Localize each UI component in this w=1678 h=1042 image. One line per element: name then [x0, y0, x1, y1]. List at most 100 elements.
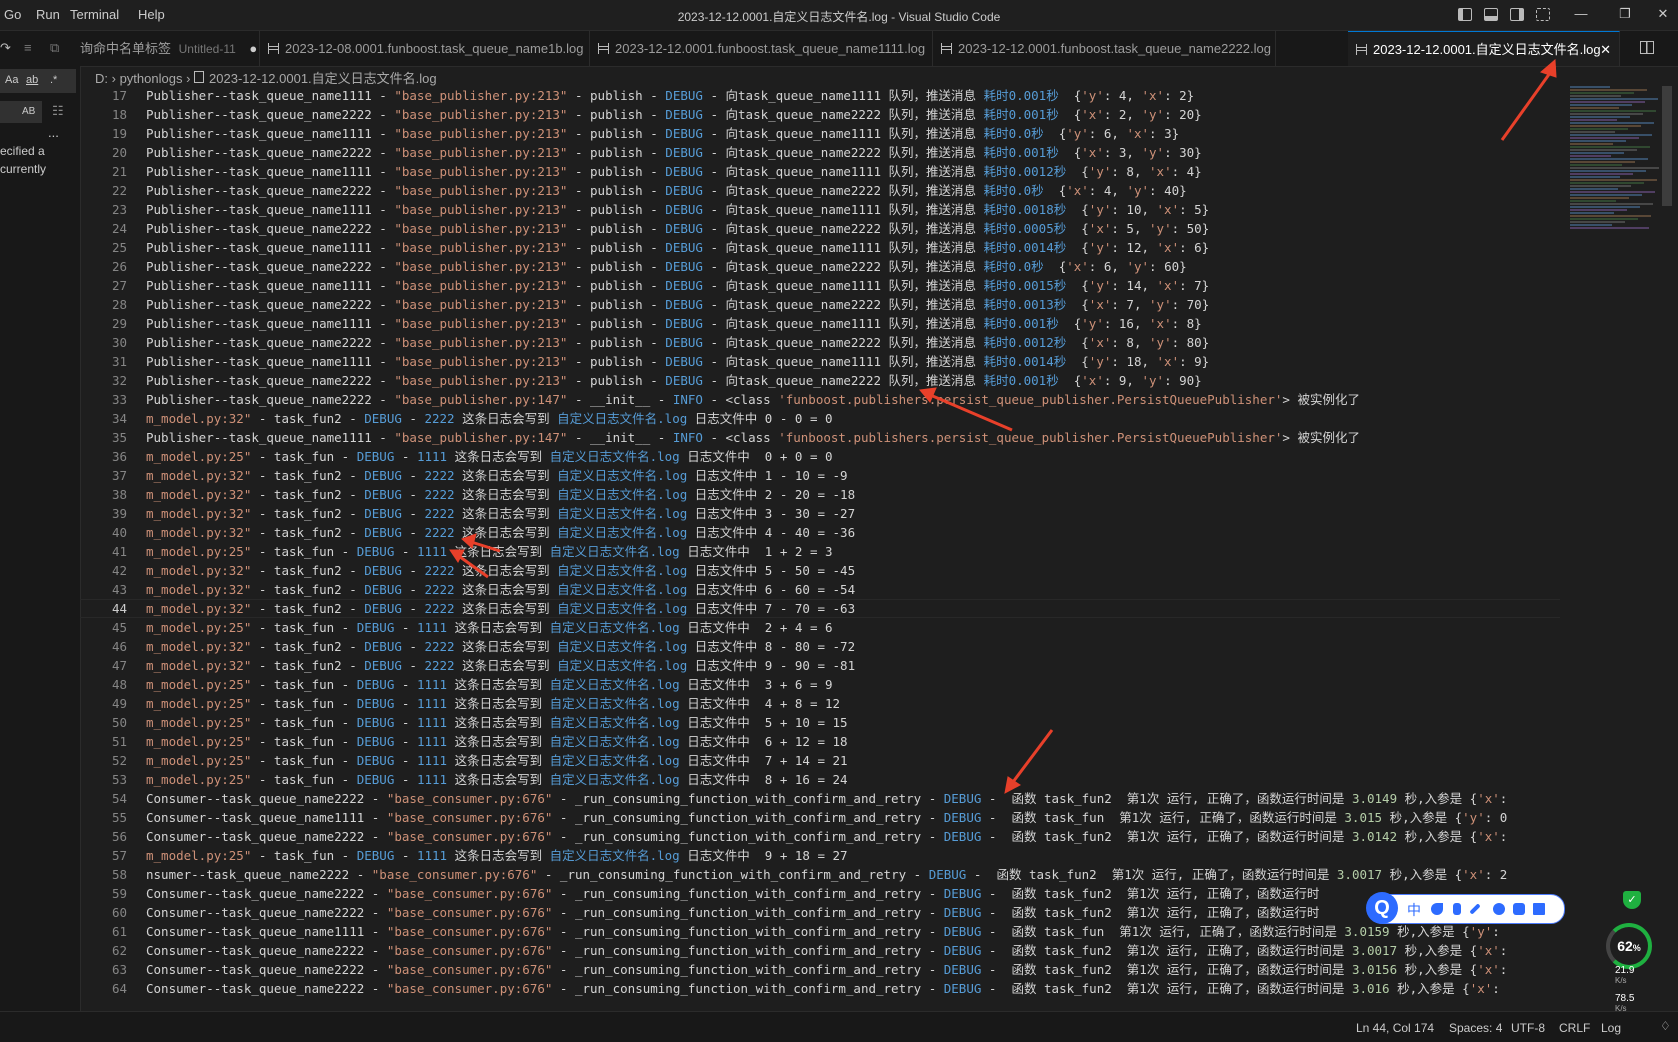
code-line[interactable]: 43 m_model.py:32" - task_fun2 - DEBUG - 2…	[80, 580, 1560, 599]
minimap[interactable]	[1570, 86, 1660, 236]
code-line[interactable]: 39 m_model.py:32" - task_fun2 - DEBUG - 2…	[80, 504, 1560, 523]
ime-mode-toggle[interactable]: 中	[1407, 900, 1421, 920]
line-text: m_model.py:25" - task_fun - DEBUG - 1111…	[146, 753, 848, 768]
cursor-position[interactable]: Ln 44, Col 174	[1356, 1021, 1434, 1035]
end-of-line[interactable]: CRLF	[1559, 1021, 1590, 1035]
code-line[interactable]: 44 m_model.py:32" - task_fun2 - DEBUG - 2…	[80, 599, 1560, 618]
minimize-icon[interactable]: —	[1570, 4, 1592, 24]
tab-untitled-11[interactable]: 询命中名单标签 Untitled-11 ●	[80, 31, 260, 66]
code-line[interactable]: 40 m_model.py:32" - task_fun2 - DEBUG - 2…	[80, 523, 1560, 542]
code-line[interactable]: 19 Publisher--task_queue_name1111 - "base…	[80, 124, 1560, 143]
split-editor-icon[interactable]	[1640, 41, 1654, 54]
code-line[interactable]: 42 m_model.py:32" - task_fun2 - DEBUG - 2…	[80, 561, 1560, 580]
breadcrumb-folder[interactable]: pythonlogs	[120, 71, 183, 86]
grid-menu-icon[interactable]	[1533, 903, 1545, 915]
code-line[interactable]: 64 Consumer--task_queue_name2222 - "base_…	[80, 979, 1560, 998]
indentation[interactable]: Spaces: 4	[1449, 1021, 1502, 1035]
menu-run[interactable]: Run	[36, 7, 60, 22]
code-line[interactable]: 47 m_model.py:32" - task_fun2 - DEBUG - 2…	[80, 656, 1560, 675]
emoji-icon[interactable]	[1493, 903, 1505, 915]
code-line[interactable]: 35 Publisher--task_queue_name1111 - "base…	[80, 428, 1560, 447]
code-line[interactable]: 59 Consumer--task_queue_name2222 - "base_…	[80, 884, 1560, 903]
menu-terminal[interactable]: Terminal	[70, 7, 119, 22]
code-line[interactable]: 60 Consumer--task_queue_name2222 - "base_…	[80, 903, 1560, 922]
minimap-line	[1570, 116, 1630, 118]
close-window-icon[interactable]: ✕	[1652, 4, 1674, 24]
code-line[interactable]: 38 m_model.py:32" - task_fun2 - DEBUG - 2…	[80, 485, 1560, 504]
code-line[interactable]: 25 Publisher--task_queue_name1111 - "base…	[80, 238, 1560, 257]
code-line[interactable]: 48 m_model.py:25" - task_fun - DEBUG - 11…	[80, 675, 1560, 694]
menu-go[interactable]: Go	[4, 7, 21, 22]
code-line[interactable]: 51 m_model.py:25" - task_fun - DEBUG - 11…	[80, 732, 1560, 751]
code-line[interactable]: 24 Publisher--task_queue_name2222 - "base…	[80, 219, 1560, 238]
code-line[interactable]: 31 Publisher--task_queue_name1111 - "base…	[80, 352, 1560, 371]
match-case-toggle[interactable]: Aa	[5, 74, 18, 86]
notifications-bell-icon[interactable]: ♢	[1660, 1019, 1671, 1033]
language-mode[interactable]: Log	[1601, 1021, 1621, 1035]
moon-icon[interactable]	[1431, 903, 1443, 915]
code-line[interactable]: 46 m_model.py:32" - task_fun2 - DEBUG - 2…	[80, 637, 1560, 656]
code-line[interactable]: 30 Publisher--task_queue_name2222 - "base…	[80, 333, 1560, 352]
skin-icon[interactable]	[1513, 903, 1525, 915]
code-line[interactable]: 17 Publisher--task_queue_name1111 - "base…	[80, 86, 1560, 105]
scrollbar-thumb[interactable]	[1662, 86, 1672, 206]
code-line[interactable]: 49 m_model.py:25" - task_fun - DEBUG - 11…	[80, 694, 1560, 713]
menu-help[interactable]: Help	[138, 7, 165, 22]
unsaved-dot-icon[interactable]: ●	[249, 41, 257, 56]
customize-layout-icon[interactable]	[1536, 8, 1550, 21]
code-line[interactable]: 57 m_model.py:25" - task_fun - DEBUG - 11…	[80, 846, 1560, 865]
code-line[interactable]: 50 m_model.py:25" - task_fun - DEBUG - 11…	[80, 713, 1560, 732]
restore-icon[interactable]: ❐	[1614, 4, 1636, 24]
code-line[interactable]: 45 m_model.py:25" - task_fun - DEBUG - 11…	[80, 618, 1560, 637]
toggle-secondary-sidebar-icon[interactable]	[1510, 8, 1524, 21]
more-options-icon[interactable]: ...	[48, 125, 59, 140]
system-monitor-widget[interactable]: ✓ 62% 21.9 K/s 78.5 K/s	[1603, 885, 1665, 1015]
code-line[interactable]: 18 Publisher--task_queue_name2222 - "base…	[80, 105, 1560, 124]
tab-task-queue-name1b-log[interactable]: 2023-12-08.0001.funboost.task_queue_name…	[260, 31, 590, 66]
match-whole-word-toggle[interactable]: ab	[26, 74, 38, 86]
code-line[interactable]: 28 Publisher--task_queue_name2222 - "base…	[80, 295, 1560, 314]
toggle-primary-sidebar-icon[interactable]	[1458, 8, 1472, 21]
tab-task-queue-name2222-log[interactable]: 2023-12-12.0001.funboost.task_queue_name…	[933, 31, 1276, 66]
code-line[interactable]: 22 Publisher--task_queue_name2222 - "base…	[80, 181, 1560, 200]
encoding[interactable]: UTF-8	[1511, 1021, 1545, 1035]
clear-results-icon[interactable]: ≡	[24, 40, 32, 55]
breadcrumb-file[interactable]: 2023-12-12.0001.自定义日志文件名.log	[209, 71, 437, 86]
preserve-case-toggle[interactable]: AB	[22, 106, 35, 117]
code-line[interactable]: 26 Publisher--task_queue_name2222 - "base…	[80, 257, 1560, 276]
code-line[interactable]: 52 m_model.py:25" - task_fun - DEBUG - 11…	[80, 751, 1560, 770]
ime-toolbar[interactable]: Q 中	[1366, 892, 1565, 924]
code-line[interactable]: 53 m_model.py:25" - task_fun - DEBUG - 11…	[80, 770, 1560, 789]
code-line[interactable]: 34 m_model.py:32" - task_fun2 - DEBUG - 2…	[80, 409, 1560, 428]
code-line[interactable]: 29 Publisher--task_queue_name1111 - "base…	[80, 314, 1560, 333]
editor-content[interactable]: 17 Publisher--task_queue_name1111 - "base…	[80, 86, 1560, 1012]
code-line[interactable]: 21 Publisher--task_queue_name1111 - "base…	[80, 162, 1560, 181]
toggle-panel-icon[interactable]	[1484, 8, 1498, 21]
code-line[interactable]: 58 nsumer--task_queue_name2222 - "base_co…	[80, 865, 1560, 884]
code-line[interactable]: 54 Consumer--task_queue_name2222 - "base_…	[80, 789, 1560, 808]
code-line[interactable]: 55 Consumer--task_queue_name1111 - "base_…	[80, 808, 1560, 827]
code-line[interactable]: 63 Consumer--task_queue_name2222 - "base_…	[80, 960, 1560, 979]
breadcrumb-drive[interactable]: D:	[95, 71, 112, 86]
tab-task-queue-name1111-log[interactable]: 2023-12-12.0001.funboost.task_queue_name…	[590, 31, 933, 66]
code-line[interactable]: 41 m_model.py:25" - task_fun - DEBUG - 11…	[80, 542, 1560, 561]
replace-icon[interactable]: ☷	[52, 103, 64, 119]
code-lines[interactable]: 17 Publisher--task_queue_name1111 - "base…	[80, 86, 1560, 998]
code-line[interactable]: 33 Publisher--task_queue_name2222 - "base…	[80, 390, 1560, 409]
code-line[interactable]: 23 Publisher--task_queue_name1111 - "base…	[80, 200, 1560, 219]
tool-icon[interactable]	[1469, 903, 1481, 915]
use-regex-toggle[interactable]: .*	[50, 74, 57, 86]
code-line[interactable]: 36 m_model.py:25" - task_fun - DEBUG - 11…	[80, 447, 1560, 466]
code-line[interactable]: 27 Publisher--task_queue_name1111 - "base…	[80, 276, 1560, 295]
code-line[interactable]: 32 Publisher--task_queue_name2222 - "base…	[80, 371, 1560, 390]
code-line[interactable]: 61 Consumer--task_queue_name1111 - "base_…	[80, 922, 1560, 941]
code-line[interactable]: 20 Publisher--task_queue_name2222 - "base…	[80, 143, 1560, 162]
code-line[interactable]: 62 Consumer--task_queue_name2222 - "base_…	[80, 941, 1560, 960]
code-line[interactable]: 37 m_model.py:32" - task_fun2 - DEBUG - 2…	[80, 466, 1560, 485]
collapse-all-icon[interactable]: ⧉	[50, 40, 59, 56]
tab-custom-log-active[interactable]: 2023-12-12.0001.自定义日志文件名.log ✕	[1348, 31, 1620, 66]
replace-all-icon[interactable]: ↷	[0, 40, 11, 56]
code-line[interactable]: 56 Consumer--task_queue_name2222 - "base_…	[80, 827, 1560, 846]
close-tab-icon[interactable]: ✕	[1600, 32, 1611, 67]
punctuation-icon[interactable]	[1453, 903, 1461, 915]
